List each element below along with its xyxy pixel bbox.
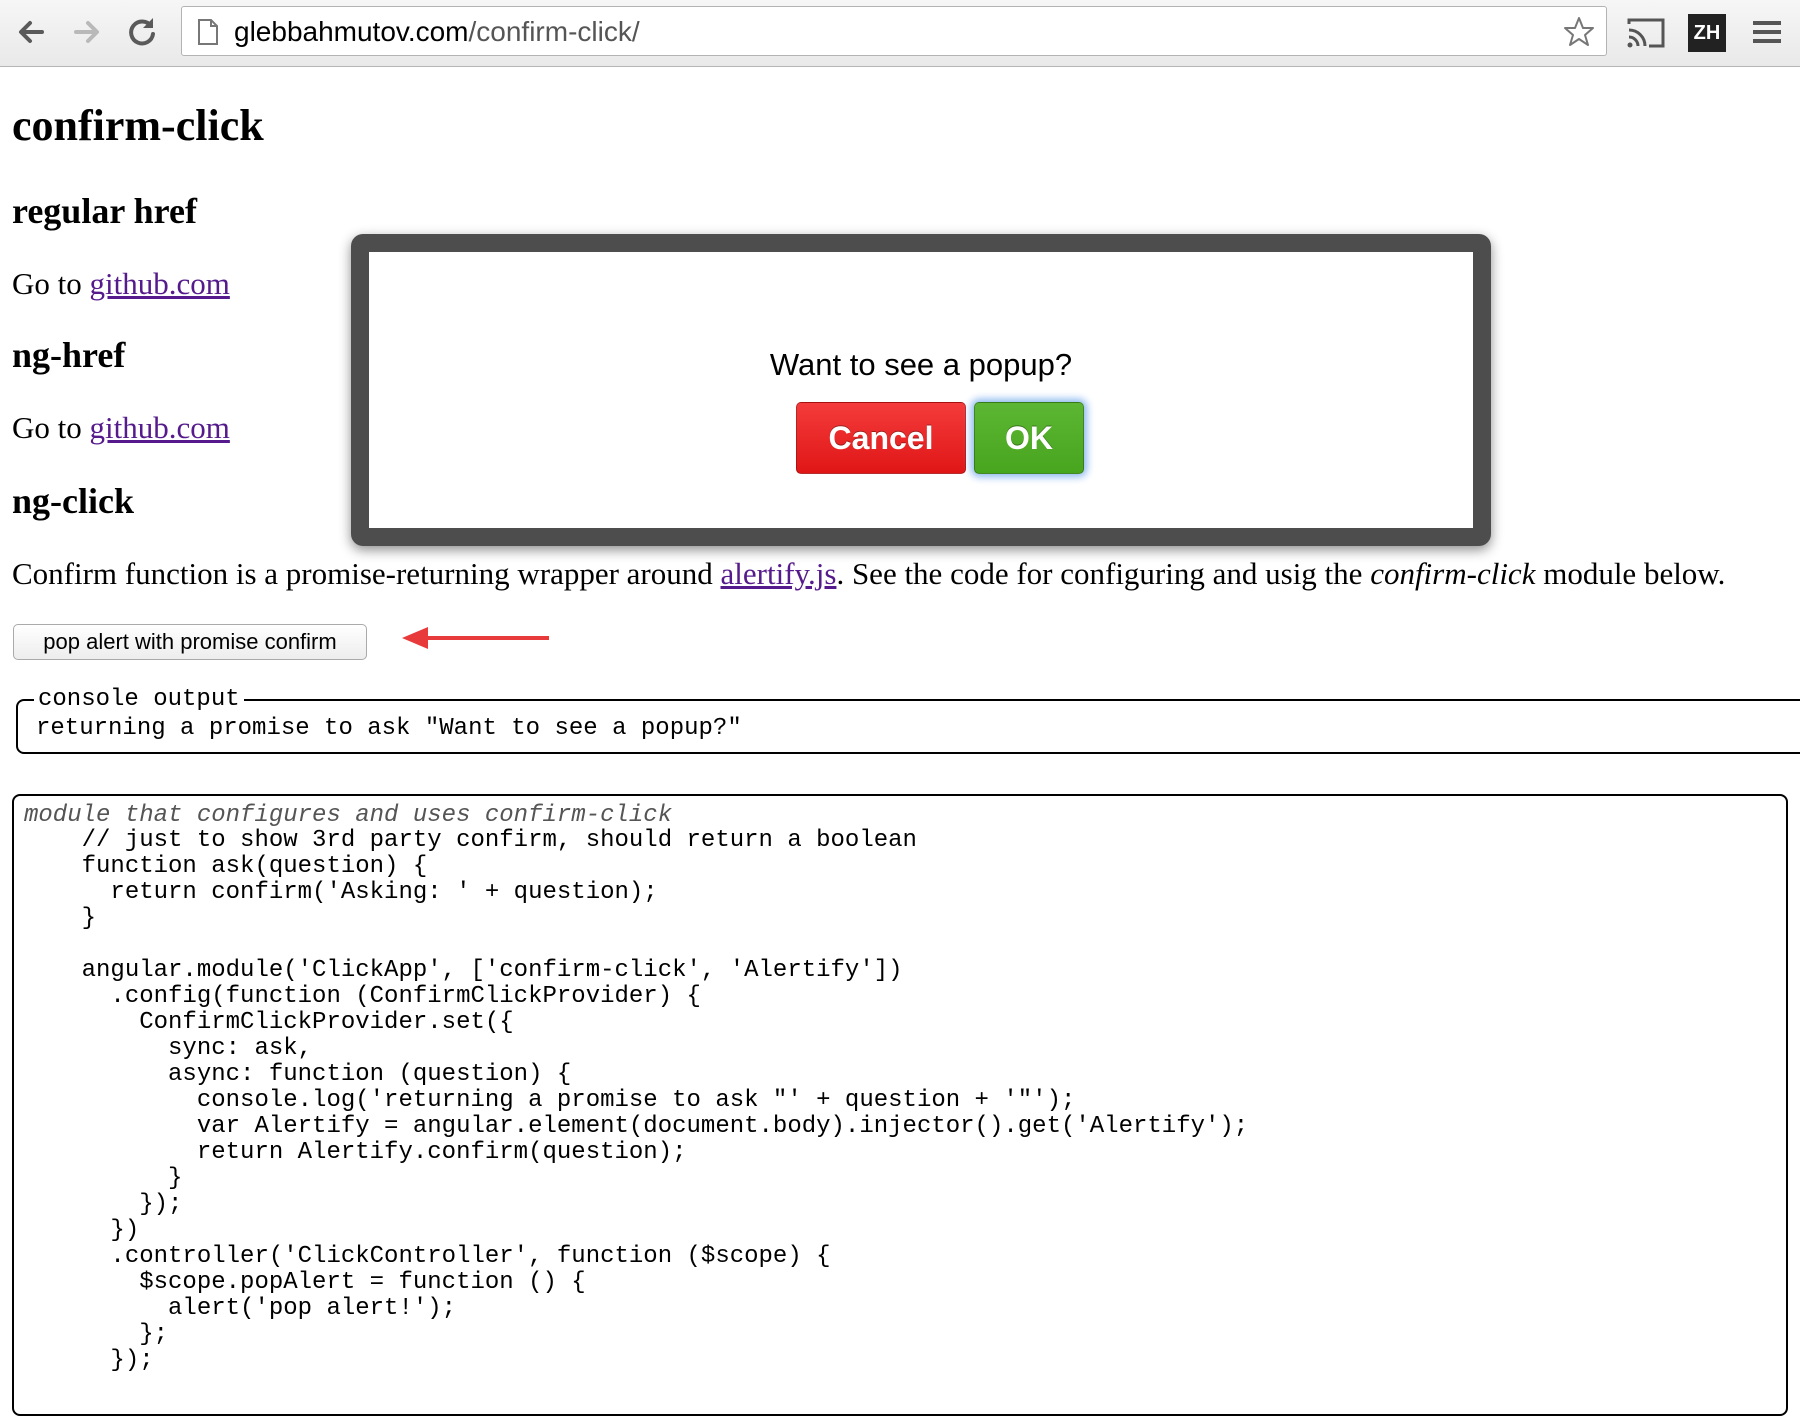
url-text: glebbahmutov.com/confirm-click/ [234, 16, 640, 48]
bookmark-star-icon[interactable] [1562, 15, 1596, 49]
forward-arrow-icon[interactable] [66, 12, 106, 52]
url-path: /confirm-click/ [468, 16, 640, 47]
alertify-link[interactable]: alertify.js [721, 556, 837, 591]
page-title: confirm-click [12, 101, 264, 150]
heading-regular-href: regular href [12, 191, 197, 231]
cancel-button[interactable]: Cancel [796, 402, 966, 474]
url-host: glebbahmutov.com [234, 16, 469, 47]
back-arrow-icon[interactable] [12, 12, 52, 52]
confirm-dialog: Want to see a popup? Cancel OK [351, 234, 1491, 546]
console-output: console output returning a promise to as… [16, 686, 1800, 754]
regular-href-text: Go to [12, 266, 90, 301]
desc-text-after: module below. [1535, 556, 1726, 591]
desc-text-before: Confirm function is a promise-returning … [12, 556, 721, 591]
ok-button[interactable]: OK [974, 402, 1084, 474]
code-listing: // just to show 3rd party confirm, shoul… [81, 827, 1249, 1374]
cast-icon[interactable] [1625, 16, 1667, 50]
browser-toolbar: glebbahmutov.com/confirm-click/ ZH [0, 0, 1800, 67]
heading-ng-href: ng-href [12, 335, 126, 375]
github-link-ng-href[interactable]: github.com [90, 410, 230, 445]
console-text: returning a promise to ask "Want to see … [36, 715, 742, 742]
ng-click-description: Confirm function is a promise-returning … [12, 556, 1725, 592]
code-block: module that configures and uses confirm-… [12, 794, 1788, 1416]
github-link-regular[interactable]: github.com [90, 266, 230, 301]
ng-href-text: Go to [12, 410, 90, 445]
dialog-message: Want to see a popup? [769, 347, 1073, 382]
pop-alert-button[interactable]: pop alert with promise confirm [13, 624, 367, 660]
ng-href-paragraph: Go to github.com [12, 410, 230, 446]
zh-extension-icon[interactable]: ZH [1688, 14, 1726, 52]
page-content: confirm-click regular href Go to github.… [0, 66, 1800, 1428]
red-arrow-annotation [402, 627, 549, 649]
desc-module-name: confirm-click [1370, 556, 1536, 591]
page-icon [198, 19, 218, 45]
heading-ng-click: ng-click [12, 481, 134, 521]
reload-icon[interactable] [122, 12, 162, 52]
console-legend: console output [38, 686, 240, 713]
regular-href-paragraph: Go to github.com [12, 266, 230, 302]
code-caption: module that configures and uses confirm-… [24, 802, 673, 829]
desc-text-middle: . See the code for configuring and usig … [836, 556, 1371, 591]
address-bar[interactable]: glebbahmutov.com/confirm-click/ [181, 6, 1607, 56]
menu-icon[interactable] [1752, 16, 1782, 48]
